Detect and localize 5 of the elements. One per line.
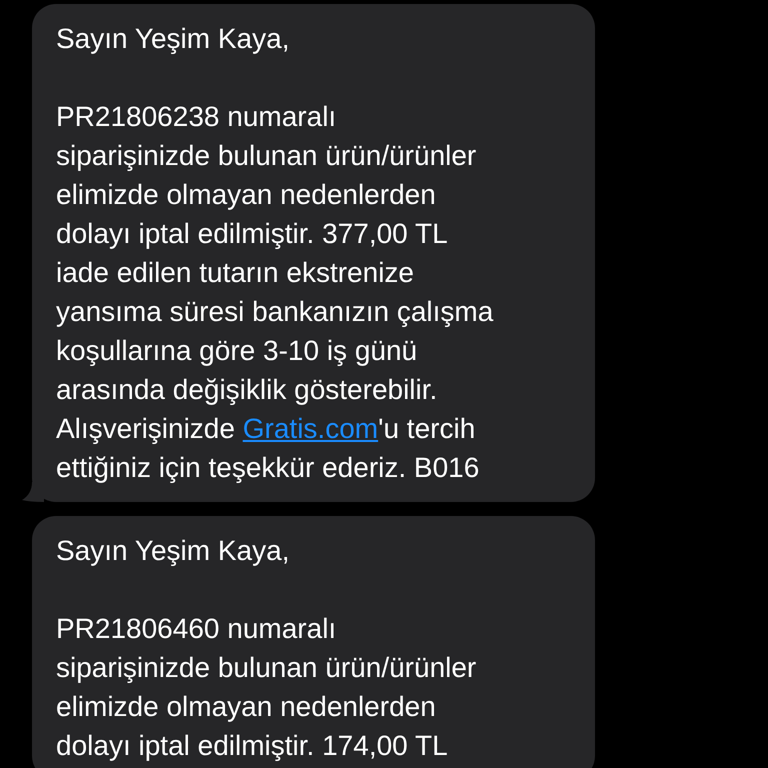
message-text: PR21806238 numaralı siparişinizde bulunan ürün/ürünler elimizde olmayan nedenlerden dolayı iptal edilmiştir. 377,00 TL iade edilen tutarın ekstrenize yansıma süresi bankanızın çalışma koşullarına göre 3-10 iş günü arasında değişiklik gösterebilir. Alışverişinizde Gratis.com'u tercih ettiğiniz için teşekkür ederiz. B016 [56,100,494,485]
message-greeting: Sayın Yeşim Kaya, [56,22,290,56]
message-text: PR21806460 numaralı siparişinizde bulunan ürün/ürünler elimizde olmayan nedenlerden dolayı iptal edilmiştir. 174,00 TL [56,612,478,763]
link[interactable]: Gratis.com [242,413,378,444]
message-greeting: Sayın Yeşim Kaya, [56,534,290,568]
